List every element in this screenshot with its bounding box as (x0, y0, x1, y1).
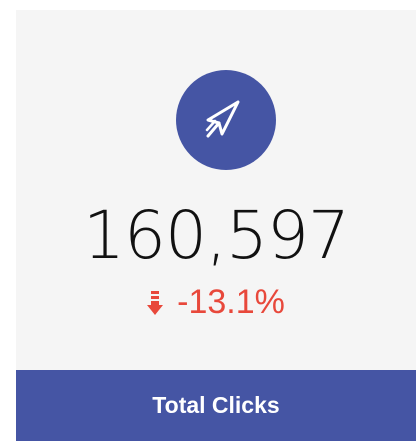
cursor-arrow-icon (205, 100, 240, 138)
change-indicator: -13.1% (16, 282, 416, 322)
total-clicks-card: 160,597 -13.1% Total Clicks (16, 10, 416, 441)
change-percent: -13.1% (177, 283, 285, 321)
metric-value: 160,597 (83, 197, 350, 274)
arrow-down-icon (147, 291, 164, 315)
metric-label: Total Clicks (152, 392, 280, 418)
card-footer: Total Clicks (16, 370, 416, 441)
icon-badge (176, 70, 276, 170)
